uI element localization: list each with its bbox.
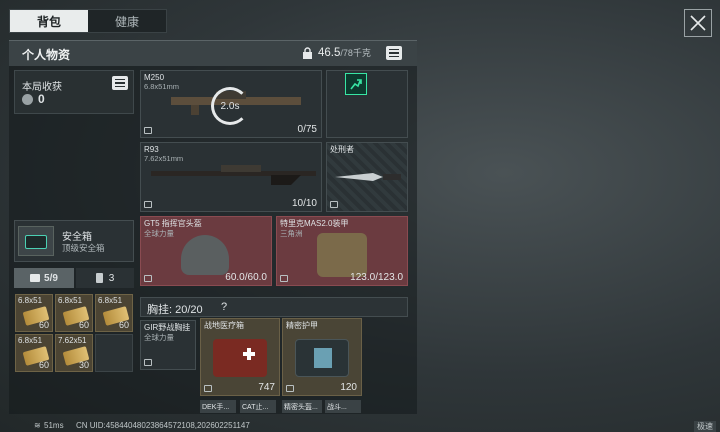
- armor-durability: 123.0/123.0: [350, 272, 403, 283]
- inventory-title: 个人物资: [22, 48, 71, 62]
- harvest-title: 本局收获: [22, 82, 62, 93]
- r93-icon: [151, 165, 316, 185]
- armor-kit-name: 精密护甲: [286, 321, 318, 330]
- status-bar: ≋ 51ms CN UID:45844048023864572108,20260…: [0, 420, 720, 432]
- empty-cell[interactable]: [95, 334, 133, 372]
- medkit-slot[interactable]: 战地医疗箱 747: [200, 318, 280, 396]
- ammo-count: 30: [78, 360, 89, 370]
- bottom-item[interactable]: DEK手...: [200, 400, 236, 413]
- weapon-ammo: 0/75: [297, 124, 317, 135]
- help-icon[interactable]: ?: [221, 301, 227, 313]
- ping-text: 51ms: [44, 421, 64, 430]
- armor-icon: [317, 233, 367, 277]
- bottom-item[interactable]: 战斗...: [325, 400, 361, 413]
- speed-badge: 极速: [694, 421, 716, 432]
- bottom-item[interactable]: 精密头盔...: [282, 400, 322, 413]
- melee-name: 处刑者: [330, 145, 354, 154]
- knife-icon: [335, 173, 401, 181]
- chest-rig-bar: 胸挂: 20/20 ?: [140, 297, 408, 317]
- helmet-faction: 全球力量: [144, 229, 174, 238]
- helmet-slot[interactable]: GT5 指挥官头盔 全球力量 60.0/60.0: [140, 216, 272, 286]
- ammo-cell[interactable]: 6.8x51 60: [15, 294, 53, 332]
- armor-kit-value: 120: [340, 382, 357, 393]
- medkit-value: 747: [258, 382, 275, 393]
- sort-button[interactable]: [386, 46, 402, 60]
- melee-slot[interactable]: 处刑者: [326, 142, 408, 212]
- safe-box-grade: 顶级安全箱: [62, 243, 105, 253]
- safe-box-icon: [18, 226, 54, 256]
- bottom-item[interactable]: CAT止...: [240, 400, 276, 413]
- rig-slot[interactable]: GIR野战胸挂 全球力量: [140, 320, 196, 370]
- coin-icon: [22, 94, 33, 105]
- close-icon: [690, 15, 706, 31]
- wifi-icon: ≋: [34, 421, 41, 430]
- top-tabs: 背包 健康: [9, 9, 167, 33]
- uid-text: CN UID:45844048023864572108,202602251147: [76, 421, 250, 430]
- harvest-value: 0: [38, 92, 45, 106]
- armor-name: 特里克MAS2.0装甲: [280, 219, 349, 228]
- ammo-count: 60: [118, 320, 129, 330]
- armor-slot[interactable]: 特里克MAS2.0装甲 三角洲 123.0/123.0: [276, 216, 408, 286]
- briefcase-icon: [30, 274, 41, 282]
- weapon-name: M250: [144, 73, 165, 82]
- sidearm-slot[interactable]: [326, 70, 408, 138]
- weight-value: 46.5: [318, 47, 341, 59]
- rig-faction: 全球力量: [144, 333, 174, 342]
- ammo-label: 7.62x51: [58, 336, 87, 345]
- primary-weapon-slot[interactable]: M250 6.8x51mm 2.0s 0/75: [140, 70, 322, 138]
- safe-box-name: 安全箱: [62, 232, 92, 243]
- tab-health[interactable]: 健康: [88, 10, 166, 32]
- ammo-cell[interactable]: 7.62x51 30: [55, 334, 93, 372]
- ammo-cell[interactable]: 6.8x51 60: [95, 294, 133, 332]
- ammo-label: 6.8x51: [18, 296, 43, 305]
- tab-backpack[interactable]: 背包: [10, 10, 88, 32]
- rig-name: GIR野战胸挂: [144, 323, 191, 332]
- ammo-tab[interactable]: 5/9: [14, 268, 74, 288]
- ammo-count: 60: [38, 320, 49, 330]
- armor-kit-slot[interactable]: 精密护甲 120: [282, 318, 362, 396]
- armor-faction: 三角洲: [280, 229, 303, 238]
- helmet-icon: [181, 235, 229, 275]
- reload-timer-text: 2.0s: [220, 100, 240, 112]
- weapon-name: R93: [144, 145, 159, 154]
- helmet-name: GT5 指挥官头盔: [144, 219, 202, 228]
- weight-max: /78千克: [340, 48, 371, 58]
- ammo-label: 6.8x51: [58, 296, 83, 305]
- ammo-label: 6.8x51: [18, 336, 43, 345]
- ammo-count: 60: [78, 320, 89, 330]
- ammo-cell[interactable]: 6.8x51 60: [15, 334, 53, 372]
- lock-icon: [302, 46, 313, 64]
- harvest-list-button[interactable]: [112, 76, 128, 90]
- close-button[interactable]: [684, 9, 712, 37]
- ammo-cell[interactable]: 6.8x51 60: [55, 294, 93, 332]
- armor-kit-icon: [295, 339, 349, 377]
- medkit-name: 战地医疗箱: [204, 321, 244, 330]
- ammo-tab-count: 5/9: [44, 272, 58, 284]
- med-tab-count: 3: [108, 272, 115, 284]
- reload-timer: 2.0s: [211, 87, 249, 125]
- exit-icon: [345, 73, 367, 95]
- medkit-icon: [213, 339, 267, 377]
- ammo-label: 6.8x51: [98, 296, 123, 305]
- med-tab[interactable]: 3: [76, 268, 134, 288]
- chest-rig-label: 胸挂: 20/20: [147, 304, 203, 316]
- helmet-durability: 60.0/60.0: [225, 272, 267, 283]
- phone-icon: [95, 273, 103, 283]
- weapon-ammo: 10/10: [291, 198, 317, 209]
- weight-readout: 46.5/78千克: [318, 46, 371, 59]
- ammo-count: 60: [38, 360, 49, 370]
- secondary-weapon-slot[interactable]: R93 7.62x51mm 10/10: [140, 142, 322, 212]
